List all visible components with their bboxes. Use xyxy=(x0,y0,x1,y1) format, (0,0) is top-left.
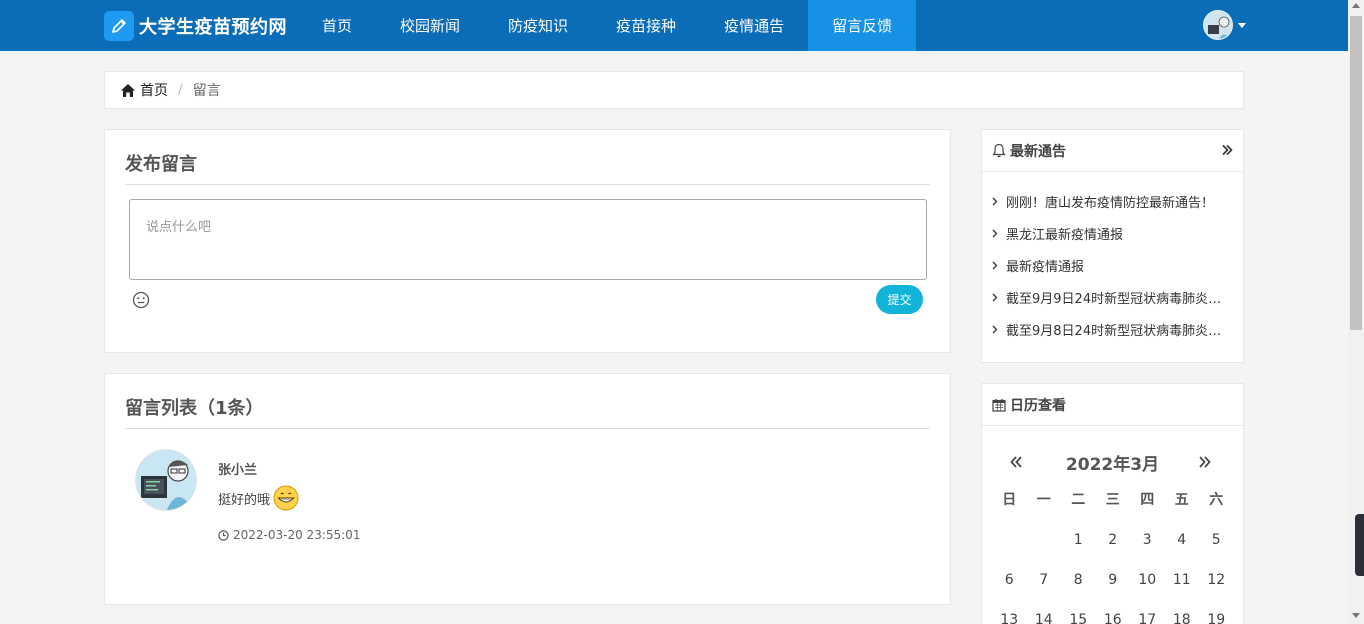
double-chevron-right-icon[interactable] xyxy=(1198,450,1212,474)
calendar-weekday: 日 xyxy=(1002,492,1017,508)
scroll-down-arrow[interactable] xyxy=(1352,613,1360,618)
calendar-day[interactable]: 16 xyxy=(1096,612,1131,624)
notice-title[interactable]: 刚刚！唐山发布疫情防控最新通告！ xyxy=(1006,192,1231,211)
scroll-thumb[interactable] xyxy=(1350,16,1362,330)
comment-text-content: 挺好的哦 xyxy=(218,492,271,508)
calendar-day[interactable]: 19 xyxy=(1199,612,1234,624)
latest-notices-title: 最新通告 xyxy=(1010,143,1066,160)
latest-notices-header: 最新通告 xyxy=(982,130,1243,172)
list-item[interactable]: 刚刚！唐山发布疫情防控最新通告！ xyxy=(982,185,1243,217)
list-item[interactable]: 截至9月8日24时新型冠状病毒肺炎疫情最新情况 xyxy=(982,313,1243,345)
breadcrumb-current: 留言 xyxy=(192,83,221,99)
notice-list: 刚刚！唐山发布疫情防控最新通告！ 黑龙江最新疫情通报 最新疫情通报 截至9月9日… xyxy=(982,185,1243,345)
latest-notices-panel: 最新通告 刚刚！唐山发布疫情防控最新通告！ 黑龙江最新疫情通报 最新疫情通报 截… xyxy=(981,129,1244,363)
breadcrumb: 首页 / 留言 xyxy=(104,71,1244,109)
calendar-day[interactable]: 4 xyxy=(1165,532,1200,572)
chevron-right-icon xyxy=(992,229,998,237)
calendar-weekday: 六 xyxy=(1209,492,1224,508)
calendar-empty-cell xyxy=(992,532,1027,572)
comment-text: 挺好的哦 xyxy=(218,484,300,512)
nav-item-feedback[interactable]: 留言反馈 xyxy=(808,0,917,51)
pencil-icon xyxy=(104,11,134,41)
list-item[interactable]: 截至9月9日24时新型冠状病毒肺炎疫情最新情况 xyxy=(982,281,1243,313)
comment-time-value: 2022-03-20 23:55:01 xyxy=(233,528,361,542)
submit-button[interactable]: 提交 xyxy=(876,285,923,314)
user-avatar[interactable] xyxy=(1203,10,1233,40)
home-icon xyxy=(121,83,135,97)
calendar-day[interactable]: 3 xyxy=(1130,532,1165,572)
calendar-day[interactable]: 10 xyxy=(1130,572,1165,612)
message-list-panel: 留言列表（1条） 张小兰 挺好的哦 2022-03-20 23:55:01 xyxy=(104,373,951,605)
grin-emoji-icon xyxy=(273,485,299,511)
calendar-day[interactable]: 2 xyxy=(1096,532,1131,572)
notice-title[interactable]: 最新疫情通报 xyxy=(1006,256,1231,275)
list-item[interactable]: 黑龙江最新疫情通报 xyxy=(982,217,1243,249)
breadcrumb-home-label: 首页 xyxy=(140,83,168,99)
calendar-day[interactable]: 7 xyxy=(1027,572,1062,612)
divider xyxy=(125,184,930,185)
notice-title[interactable]: 截至9月9日24时新型冠状病毒肺炎疫情最新情况 xyxy=(1006,288,1231,307)
message-input[interactable] xyxy=(129,199,927,280)
divider xyxy=(125,428,930,429)
chevron-right-icon xyxy=(992,261,998,269)
brand-logo[interactable]: 大学生疫苗预约网 xyxy=(104,10,287,42)
post-message-title: 发布留言 xyxy=(125,154,197,175)
comment-author: 张小兰 xyxy=(218,463,258,478)
brand-name: 大学生疫苗预约网 xyxy=(139,17,287,38)
calendar-day[interactable]: 17 xyxy=(1130,612,1165,624)
calendar-weekday: 一 xyxy=(1036,492,1051,508)
user-menu[interactable] xyxy=(1203,10,1246,40)
calendar-weekday: 三 xyxy=(1105,492,1120,508)
nav-item-prevention-knowledge[interactable]: 防疫知识 xyxy=(484,0,592,51)
clock-icon xyxy=(218,529,229,541)
top-navbar: 大学生疫苗预约网 首页 校园新闻 防疫知识 疫苗接种 疫情通告 留言反馈 xyxy=(0,0,1348,51)
calendar-empty-cell xyxy=(1027,532,1062,572)
message-list-title: 留言列表（1条） xyxy=(125,398,264,419)
calendar-month-nav: 2022年3月 xyxy=(982,450,1243,475)
breadcrumb-home[interactable]: 首页 xyxy=(120,80,168,100)
calendar-day[interactable]: 9 xyxy=(1096,572,1131,612)
comment-time: 2022-03-20 23:55:01 xyxy=(218,528,360,542)
nav-item-epidemic-notices[interactable]: 疫情通告 xyxy=(700,0,808,51)
calendar-day[interactable]: 6 xyxy=(992,572,1027,612)
avatar xyxy=(135,449,197,511)
emoji-icon[interactable] xyxy=(132,291,150,309)
nav-item-campus-news[interactable]: 校园新闻 xyxy=(376,0,484,51)
calendar-day[interactable]: 1 xyxy=(1061,532,1096,572)
double-chevron-right-icon[interactable] xyxy=(1221,143,1233,157)
nav-item-home[interactable]: 首页 xyxy=(298,0,376,51)
notice-title[interactable]: 截至9月8日24时新型冠状病毒肺炎疫情最新情况 xyxy=(1006,320,1231,339)
calendar-day[interactable]: 15 xyxy=(1061,612,1096,624)
chevron-down-icon[interactable] xyxy=(1238,22,1246,28)
notice-title[interactable]: 黑龙江最新疫情通报 xyxy=(1006,224,1231,243)
calendar-panel: 日历查看 2022年3月 日一二三四五六 1 2 3 4 5 6 7 8 9 10 11 12 13 14 1… xyxy=(981,383,1244,624)
calendar-weekday: 四 xyxy=(1140,492,1155,508)
calendar-day[interactable]: 5 xyxy=(1199,532,1234,572)
calendar-day[interactable]: 14 xyxy=(1027,612,1062,624)
calendar-day[interactable]: 18 xyxy=(1165,612,1200,624)
calendar-header: 日历查看 xyxy=(982,384,1243,426)
main-nav: 首页 校园新闻 防疫知识 疫苗接种 疫情通告 留言反馈 xyxy=(298,0,917,51)
calendar-weekday: 二 xyxy=(1071,492,1086,508)
calendar-day[interactable]: 12 xyxy=(1199,572,1234,612)
calendar-title: 日历查看 xyxy=(1010,397,1066,414)
chevron-right-icon xyxy=(992,293,998,301)
calendar-weekday: 五 xyxy=(1174,492,1189,508)
calendar-day[interactable]: 13 xyxy=(992,612,1027,624)
post-message-panel: 发布留言 提交 xyxy=(104,129,951,353)
nav-item-vaccination[interactable]: 疫苗接种 xyxy=(592,0,700,51)
calendar-icon xyxy=(992,398,1006,412)
chevron-right-icon xyxy=(992,325,998,333)
calendar-day[interactable]: 11 xyxy=(1165,572,1200,612)
breadcrumb-separator: / xyxy=(178,82,183,98)
calendar-day[interactable]: 8 xyxy=(1061,572,1096,612)
scroll-up-arrow[interactable] xyxy=(1352,3,1360,8)
list-item[interactable]: 最新疫情通报 xyxy=(982,249,1243,281)
chevron-right-icon xyxy=(992,197,998,205)
floating-side-widget[interactable] xyxy=(1355,514,1364,576)
bell-icon xyxy=(992,143,1006,158)
calendar-grid: 日一二三四五六 1 2 3 4 5 6 7 8 9 10 11 12 13 14 15 16 17 18 19 xyxy=(992,492,1234,624)
